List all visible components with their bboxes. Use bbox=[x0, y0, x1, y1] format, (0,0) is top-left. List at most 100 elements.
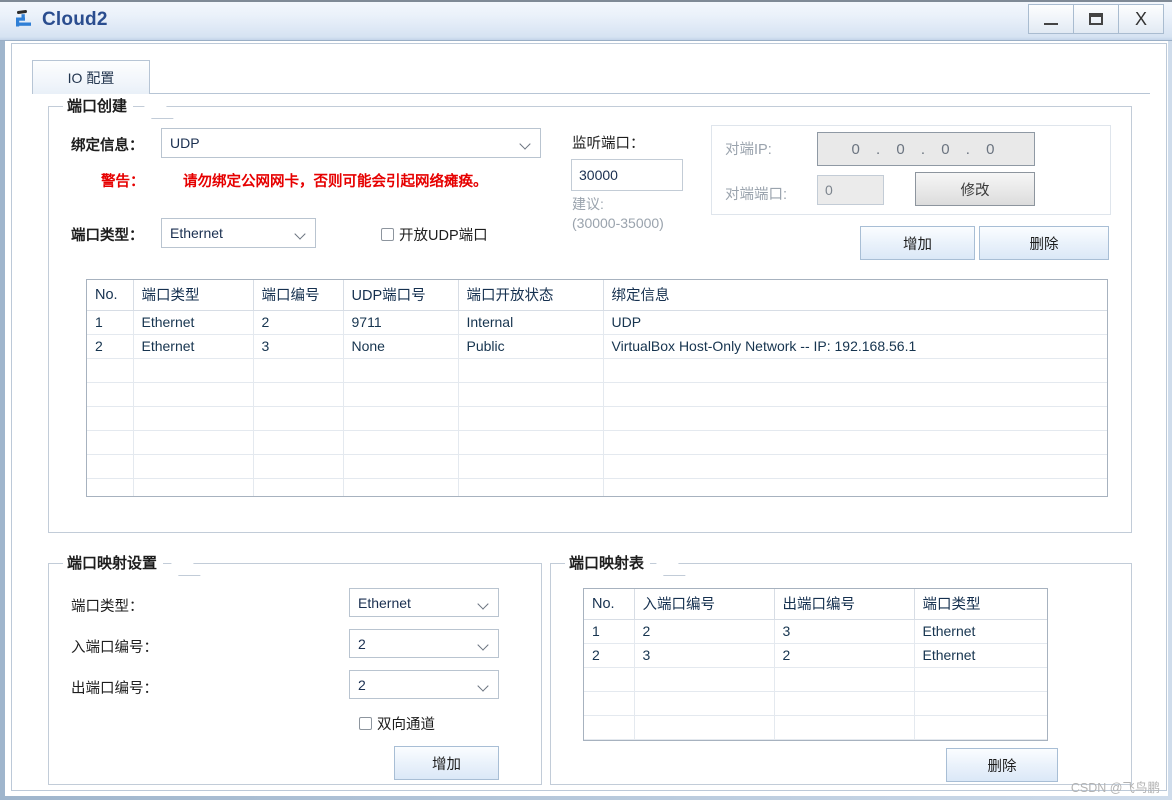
port-table-cell: Ethernet bbox=[133, 310, 254, 335]
mapping-table-cell: 3 bbox=[774, 619, 915, 644]
mapping-table-header-cell: 出端口编号 bbox=[774, 589, 915, 620]
mapping-delete-button[interactable]: 删除 bbox=[946, 748, 1058, 782]
chevron-down-icon bbox=[479, 641, 489, 647]
mapping-add-button[interactable]: 增加 bbox=[394, 746, 499, 780]
mapping-table-header-cell: 入端口编号 bbox=[634, 589, 775, 620]
mapping-settings-title: 端口映射设置 bbox=[63, 552, 164, 573]
port-table-grid: No. 端口类型 端口编号 UDP端口号 端口开放状态 绑定信息 1 Ether… bbox=[87, 280, 1107, 496]
table-row-empty[interactable] bbox=[584, 739, 1047, 740]
peer-panel: 对端IP: 0 . 0 . 0 . 0 对端端口: 0 修改 bbox=[711, 125, 1111, 215]
checkbox-icon bbox=[359, 717, 372, 730]
mapping-in-port-label: 入端口编号： bbox=[71, 640, 158, 656]
port-table-header-cell: 端口开放状态 bbox=[458, 280, 604, 311]
mapping-table-body: 1 2 3 Ethernet 2 3 2 Ethernet bbox=[584, 619, 1047, 740]
table-row-empty[interactable] bbox=[87, 478, 1107, 496]
mapping-settings-title-notch bbox=[165, 553, 201, 576]
peer-port-label: 对端端口: bbox=[725, 187, 788, 203]
table-row-empty[interactable] bbox=[584, 691, 1047, 716]
listen-port-hint-line1: 建议: bbox=[572, 196, 604, 212]
table-row[interactable]: 2 3 2 Ethernet bbox=[584, 643, 1047, 668]
add-port-button[interactable]: 增加 bbox=[860, 226, 975, 260]
peer-ip-input[interactable]: 0 . 0 . 0 . 0 bbox=[817, 132, 1035, 166]
maximize-icon bbox=[1089, 13, 1103, 25]
client-frame: IO 配置 端口创建 绑定信息： UDP 警告： 请勿绑定公网网卡，否则可能会引… bbox=[0, 41, 1172, 800]
table-row-empty[interactable] bbox=[87, 406, 1107, 431]
table-row-empty[interactable] bbox=[87, 430, 1107, 455]
mapping-table-header-cell: 端口类型 bbox=[914, 589, 1047, 620]
chevron-down-icon bbox=[479, 682, 489, 688]
mapping-port-type-label: 端口类型： bbox=[71, 599, 144, 615]
warning-label: 警告： bbox=[101, 174, 145, 190]
close-button[interactable]: X bbox=[1118, 4, 1164, 34]
port-create-group: 端口创建 绑定信息： UDP 警告： 请勿绑定公网网卡，否则可能会引起网络瘫痪。… bbox=[48, 95, 1132, 533]
open-udp-checkbox-label: 开放UDP端口 bbox=[399, 228, 488, 244]
port-table-cell: Ethernet bbox=[133, 334, 254, 359]
bind-info-combo[interactable]: UDP bbox=[161, 128, 541, 158]
minimize-button[interactable] bbox=[1028, 4, 1074, 34]
port-table-cell: 9711 bbox=[343, 310, 459, 335]
mapping-port-type-combo[interactable]: Ethernet bbox=[349, 588, 499, 617]
open-udp-checkbox[interactable]: 开放UDP端口 bbox=[381, 224, 488, 245]
mapping-table-cell: Ethernet bbox=[914, 619, 1047, 644]
chevron-down-icon bbox=[296, 230, 306, 236]
mapping-out-port-combo[interactable]: 2 bbox=[349, 670, 499, 699]
port-table-body: 1 Ethernet 2 9711 Internal UDP 2 Etherne… bbox=[87, 310, 1107, 496]
port-table-cell: 2 bbox=[253, 310, 344, 335]
listen-port-value: 30000 bbox=[579, 167, 618, 183]
chevron-down-icon bbox=[521, 140, 531, 146]
delete-port-button[interactable]: 删除 bbox=[979, 226, 1109, 260]
mapping-table-cell: 2 bbox=[584, 643, 635, 668]
port-create-title: 端口创建 bbox=[63, 95, 134, 116]
mapping-table-cell: 2 bbox=[774, 643, 915, 668]
peer-ip-value: 0 . 0 . 0 . 0 bbox=[851, 140, 1001, 158]
table-row[interactable]: 1 2 3 Ethernet bbox=[584, 619, 1047, 644]
table-row-empty[interactable] bbox=[87, 382, 1107, 407]
table-row-empty[interactable] bbox=[584, 667, 1047, 692]
table-row[interactable]: 2 Ethernet 3 None Public VirtualBox Host… bbox=[87, 334, 1107, 359]
modify-button-label: 修改 bbox=[960, 182, 990, 199]
maximize-button[interactable] bbox=[1073, 4, 1119, 34]
mapping-in-port-combo[interactable]: 2 bbox=[349, 629, 499, 658]
mapping-table-cell: 2 bbox=[634, 619, 775, 644]
minimize-icon bbox=[1044, 23, 1058, 25]
mapping-out-port-value: 2 bbox=[358, 676, 366, 693]
watermark-text: CSDN @飞鸟鹏 bbox=[1070, 781, 1160, 795]
port-table-cell: 2 bbox=[87, 334, 134, 359]
title-bar: Cloud2 X bbox=[0, 0, 1172, 41]
warning-text: 请勿绑定公网网卡，否则可能会引起网络瘫痪。 bbox=[183, 174, 488, 190]
listen-port-hint-line2: (30000-35000) bbox=[572, 215, 664, 231]
port-table-header-cell: 端口类型 bbox=[133, 280, 254, 311]
peer-ip-label: 对端IP: bbox=[725, 142, 772, 158]
peer-port-value: 0 bbox=[825, 182, 833, 198]
port-table-cell: Public bbox=[458, 334, 604, 359]
bidirectional-checkbox[interactable]: 双向通道 bbox=[359, 713, 435, 734]
mapping-add-button-label: 增加 bbox=[432, 756, 461, 773]
modify-button[interactable]: 修改 bbox=[915, 172, 1035, 206]
mapping-table-header-row: No. 入端口编号 出端口编号 端口类型 bbox=[584, 589, 1047, 620]
port-type-combo[interactable]: Ethernet bbox=[161, 218, 316, 248]
window-controls: X bbox=[1028, 4, 1164, 34]
mapping-port-type-value: Ethernet bbox=[358, 594, 411, 611]
port-table-cell: None bbox=[343, 334, 459, 359]
table-row-empty[interactable] bbox=[87, 358, 1107, 383]
table-row-empty[interactable] bbox=[87, 454, 1107, 479]
mapping-settings-group: 端口映射设置 端口类型： Ethernet 入端口编号： 2 出端口编号： 2 bbox=[48, 552, 542, 785]
port-table-header-cell: UDP端口号 bbox=[343, 280, 459, 311]
tab-io-config[interactable]: IO 配置 bbox=[32, 60, 150, 94]
listen-port-input[interactable]: 30000 bbox=[571, 159, 683, 191]
port-table[interactable]: No. 端口类型 端口编号 UDP端口号 端口开放状态 绑定信息 1 Ether… bbox=[86, 279, 1108, 497]
port-table-header-cell: No. bbox=[87, 280, 134, 311]
mapping-table[interactable]: No. 入端口编号 出端口编号 端口类型 1 2 3 Ethernet 2 3 … bbox=[583, 588, 1048, 741]
peer-port-input[interactable]: 0 bbox=[817, 175, 884, 205]
tab-strip-divider bbox=[150, 93, 1150, 94]
port-table-cell: Internal bbox=[458, 310, 604, 335]
window-title: Cloud2 bbox=[42, 9, 108, 30]
port-create-title-notch bbox=[138, 96, 174, 119]
cloud2-window: Cloud2 X IO 配置 端口创建 绑定信息： UDP 警告： 请勿绑定公网… bbox=[0, 0, 1172, 800]
table-row-empty[interactable] bbox=[584, 715, 1047, 740]
client-inner: IO 配置 端口创建 绑定信息： UDP 警告： 请勿绑定公网网卡，否则可能会引… bbox=[11, 43, 1167, 791]
table-row[interactable]: 1 Ethernet 2 9711 Internal UDP bbox=[87, 310, 1107, 335]
cloud-network-icon bbox=[12, 8, 36, 32]
mapping-out-port-label: 出端口编号： bbox=[71, 681, 158, 697]
mapping-table-grid: No. 入端口编号 出端口编号 端口类型 1 2 3 Ethernet 2 3 … bbox=[584, 589, 1047, 740]
